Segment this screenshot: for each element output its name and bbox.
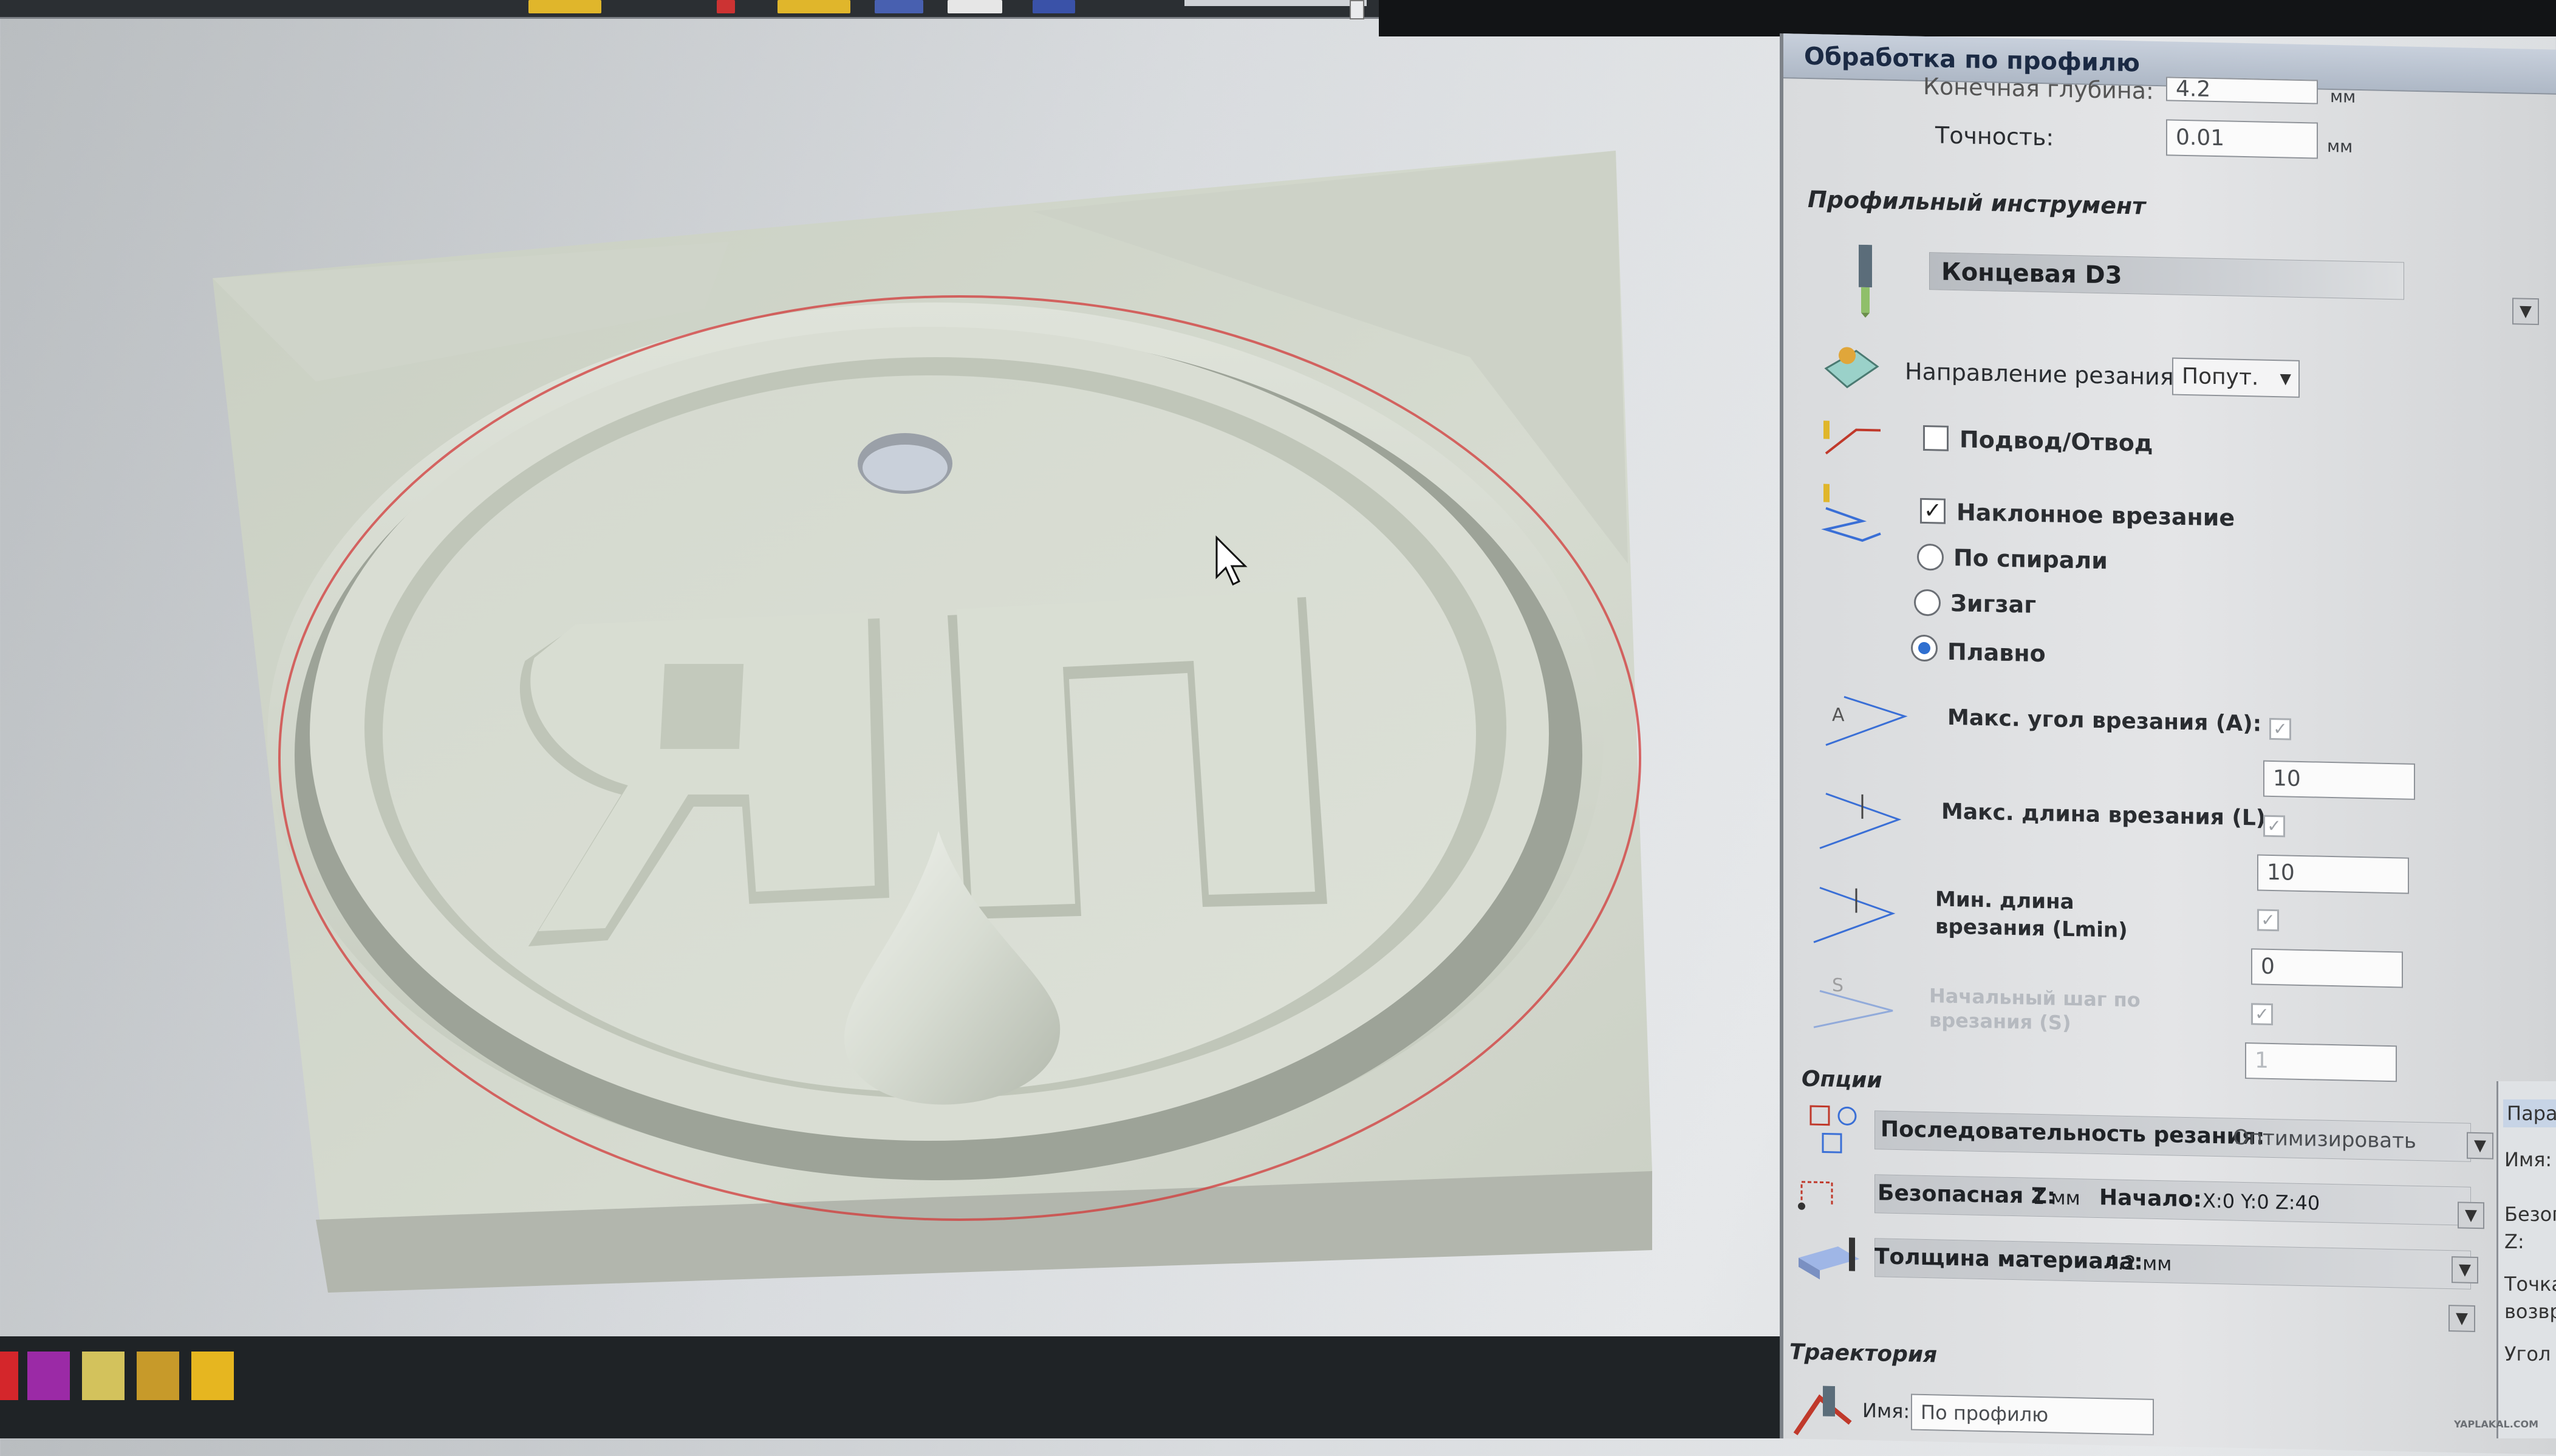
side-label-name: Имя:: [2504, 1148, 2552, 1171]
material-dropdown-arrow[interactable]: ▼: [2452, 1256, 2478, 1284]
tool-dropdown-arrow[interactable]: ▼: [2512, 298, 2539, 326]
parameters-side-panel: Пара Имя: Безопа Z: Точка возврат Угол о…: [2496, 1081, 2556, 1438]
max-length-label: Макс. длина врезания (L): [1941, 799, 2266, 831]
cut-sequence-icon: [1809, 1105, 1857, 1154]
color-swatch-red[interactable]: [0, 1352, 18, 1400]
lead-in-out-label: Подвод/Отвод: [1960, 426, 2153, 457]
material-dropdown-arrow-2[interactable]: ▼: [2448, 1305, 2475, 1332]
cut-direction-value: Попут.: [2182, 363, 2259, 391]
min-length-label-2: врезания (Lmin): [1935, 914, 2128, 943]
ramp-smooth-label: Плавно: [1947, 638, 2046, 668]
toolbar-button[interactable]: [1033, 0, 1075, 13]
profile-machining-panel: Обработка по профилю Конечная глубина: 4…: [1780, 33, 2556, 1455]
color-palette-bar: [0, 1336, 1816, 1438]
options-section-title: Опции: [1802, 1066, 1882, 1093]
ramp-angle-icon: A: [1825, 696, 1908, 747]
step-label-2: врезания (S): [1929, 1008, 2071, 1035]
side-tab[interactable]: Пара: [2503, 1099, 2556, 1127]
side-label-z: Z:: [2504, 1230, 2524, 1253]
safe-z-icon: [1798, 1181, 1833, 1210]
ramp-spiral-radio[interactable]: [1917, 543, 1944, 571]
mouse-cursor-icon: [1215, 535, 1248, 586]
cut-direction-icon: [1824, 347, 1879, 389]
min-length-checkbox[interactable]: ✓: [2257, 909, 2279, 932]
svg-text:A: A: [1832, 705, 1845, 726]
trajectory-icon: [1793, 1386, 1852, 1435]
trajectory-name-input[interactable]: По профилю: [1911, 1393, 2154, 1435]
ramp-zigzag-radio[interactable]: [1914, 589, 1941, 617]
ramp-zigzag-label: Зигзаг: [1950, 589, 2037, 618]
step-checkbox[interactable]: ✓: [2251, 1003, 2273, 1026]
color-swatch-yellow[interactable]: [191, 1352, 234, 1400]
cut-direction-label: Направление резания:: [1905, 358, 2182, 391]
toolbar-button[interactable]: [717, 0, 735, 13]
toolbar: [0, 0, 1379, 19]
ramp-checkbox[interactable]: ✓: [1920, 497, 1946, 524]
start-value: X:0 Y:0 Z:40: [2202, 1189, 2320, 1215]
ramp-label: Наклонное врезание: [1956, 499, 2235, 531]
start-label: Начало:: [2099, 1185, 2202, 1212]
tool-section-title: Профильный инструмент: [1808, 185, 2146, 220]
model-render: [213, 151, 1652, 1293]
color-swatch-ochre[interactable]: [137, 1352, 179, 1400]
min-length-label-1: Мин. длина: [1935, 887, 2074, 915]
toolbar-button[interactable]: [777, 0, 850, 13]
toolbar-button[interactable]: [528, 0, 601, 13]
lead-in-out-icon: [1823, 420, 1881, 455]
side-label-point: Точка: [2504, 1273, 2556, 1296]
toolbar-button[interactable]: [875, 0, 923, 13]
max-angle-input[interactable]: 10: [2263, 760, 2415, 800]
end-mill-icon: [1859, 244, 1872, 318]
max-angle-label: Макс. угол врезания (A):: [1947, 705, 2262, 737]
ramp-step-icon: S: [1813, 975, 1893, 1028]
max-angle-checkbox[interactable]: ✓: [2269, 717, 2291, 740]
cut-sequence-value: Оптимизировать: [2233, 1125, 2416, 1154]
svg-text:S: S: [1832, 975, 1844, 996]
min-length-input[interactable]: 0: [2251, 948, 2403, 988]
safe-z-value: 1 мм: [2032, 1185, 2080, 1210]
color-swatch-purple[interactable]: [27, 1352, 70, 1400]
3d-viewport[interactable]: [0, 17, 1816, 1438]
tool-name: Концевая D3: [1941, 258, 2122, 290]
max-length-input[interactable]: 10: [2257, 854, 2409, 894]
material-thickness-icon: [1799, 1237, 1859, 1280]
cut-direction-select[interactable]: Попут. ▼: [2172, 357, 2300, 398]
final-depth-unit: мм: [2330, 86, 2356, 107]
panel-title: Обработка по профилю: [1804, 42, 2140, 78]
ramp-smooth-radio[interactable]: [1911, 634, 1938, 662]
final-depth-label: Конечная глубина:: [1923, 72, 2154, 104]
side-label-angle: Угол ос: [2504, 1342, 2556, 1365]
step-label-1: Начальный шаг по: [1929, 984, 2141, 1012]
cut-sequence-dropdown-arrow[interactable]: ▼: [2467, 1132, 2493, 1160]
ramp-spiral-label: По спирали: [1953, 544, 2108, 575]
toolbar-button[interactable]: [948, 0, 1002, 13]
trajectory-name-label: Имя:: [1862, 1398, 1910, 1423]
ramp-icon: [1821, 484, 1881, 542]
zoom-slider-track[interactable]: [1184, 0, 1367, 6]
max-length-checkbox[interactable]: ✓: [2263, 815, 2285, 838]
step-input[interactable]: 1: [2245, 1042, 2397, 1082]
precision-unit: мм: [2327, 135, 2353, 157]
safe-z-dropdown-arrow[interactable]: ▼: [2458, 1201, 2484, 1229]
precision-label: Точность:: [1935, 121, 2054, 151]
watermark: YAPLAKAL.COM: [2454, 1418, 2539, 1430]
min-length-icon: [1813, 886, 1896, 943]
side-label-return: возврат: [2504, 1300, 2556, 1323]
material-thickness-value: 4.2 мм: [2105, 1251, 2172, 1276]
safe-z-label: Безопасная Z:: [1878, 1180, 2056, 1209]
final-depth-input[interactable]: 4.2: [2166, 77, 2318, 104]
chevron-down-icon: ▼: [2280, 370, 2291, 388]
side-label-safe: Безопа: [2504, 1203, 2556, 1226]
lead-in-out-checkbox[interactable]: [1923, 425, 1949, 451]
precision-input[interactable]: 0.01: [2166, 119, 2318, 159]
trajectory-section-title: Траектория: [1789, 1339, 1938, 1368]
ramp-length-icon: [1819, 793, 1902, 849]
color-swatch-khaki[interactable]: [82, 1352, 125, 1400]
